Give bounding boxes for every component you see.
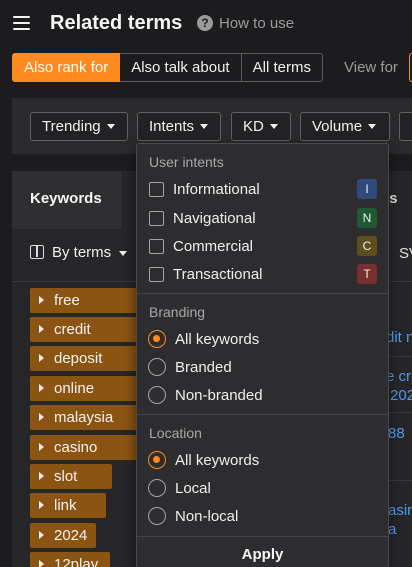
caret-right-icon [39, 531, 44, 539]
sv-column-header: SV [399, 245, 412, 262]
intent-badge-commercial: C [357, 236, 377, 256]
keyword-row[interactable]: malaysia [30, 405, 140, 430]
informational-label[interactable]: Informational [173, 181, 260, 198]
kd-filter-label: KD [243, 118, 264, 135]
intent-badge-transactional: T [357, 264, 377, 284]
keyword-row[interactable]: casino [30, 435, 140, 460]
keywords-tab-label: Keywords [30, 190, 102, 207]
help-icon[interactable]: ? [197, 15, 213, 31]
caret-right-icon [39, 296, 44, 304]
chevron-down-icon [119, 251, 127, 256]
keyword-label: 2024 [54, 527, 88, 544]
non-local-label[interactable]: Non-local [175, 508, 238, 525]
caret-right-icon [39, 443, 44, 451]
intent-badge-informational: I [357, 179, 377, 199]
keyword-row[interactable]: slot [30, 464, 112, 489]
transactional-label[interactable]: Transactional [173, 266, 263, 283]
chevron-down-icon [269, 123, 278, 129]
keyword-row[interactable]: free [30, 288, 140, 313]
kd-filter-button[interactable]: KD [231, 112, 291, 141]
intents-filter-button[interactable]: Intents [137, 112, 221, 141]
caret-right-icon [39, 501, 44, 509]
menu-icon[interactable] [13, 16, 30, 30]
keyword-link[interactable]: a [388, 521, 396, 538]
non-branded-label[interactable]: Non-branded [175, 387, 263, 404]
divider [137, 414, 388, 415]
trending-filter-label: Trending [42, 118, 101, 135]
user-intents-heading: User intents [149, 154, 224, 170]
navigational-checkbox[interactable] [149, 211, 164, 226]
tab-all-terms[interactable]: All terms [241, 53, 323, 82]
keyword-row[interactable]: online [30, 376, 140, 401]
how-to-use-link[interactable]: How to use [219, 15, 294, 32]
caret-right-icon [39, 560, 44, 567]
terms-icon [30, 245, 44, 259]
keyword-label: deposit [54, 350, 103, 367]
keyword-label: online [54, 380, 95, 397]
page-title: Related terms [50, 12, 183, 34]
chevron-down-icon [368, 123, 377, 129]
keyword-label: slot [54, 468, 78, 485]
keyword-row[interactable]: deposit [30, 346, 140, 371]
keyword-row[interactable]: 2024 [30, 523, 96, 548]
mode-tabs: Also rank for Also talk about All terms [12, 53, 323, 82]
more-filter-button[interactable] [399, 112, 412, 141]
keyword-link[interactable]: dit n [386, 329, 412, 346]
branding-all-keywords-label[interactable]: All keywords [175, 331, 259, 348]
informational-checkbox[interactable] [149, 182, 164, 197]
local-radio[interactable] [148, 479, 166, 497]
keyword-label: casino [54, 439, 98, 456]
location-all-keywords-radio[interactable] [148, 451, 166, 469]
branded-radio[interactable] [148, 358, 166, 376]
local-label[interactable]: Local [175, 480, 211, 497]
caret-right-icon [39, 325, 44, 333]
intents-filter-label: Intents [149, 118, 195, 135]
keyword-label: link [54, 497, 77, 514]
keyword-link[interactable]: asin [388, 502, 412, 519]
branding-all-keywords-radio[interactable] [148, 330, 166, 348]
caret-right-icon [39, 472, 44, 480]
volume-filter-button[interactable]: Volume [300, 112, 390, 141]
intent-badge-navigational: N [357, 208, 377, 228]
intents-dropdown: User intents Informational I Navigationa… [136, 143, 389, 567]
chevron-down-icon [106, 123, 115, 129]
keyword-link[interactable]: e cre [386, 368, 412, 385]
keyword-row[interactable]: credit [30, 317, 140, 342]
keyword-label: malaysia [54, 409, 114, 426]
header: Related terms ? How to use [0, 0, 412, 48]
keyword-label: free [54, 292, 80, 309]
non-local-radio[interactable] [148, 507, 166, 525]
volume-filter-label: Volume [312, 118, 363, 135]
navigational-label[interactable]: Navigational [173, 210, 256, 227]
transactional-checkbox[interactable] [149, 267, 164, 282]
trending-filter-button[interactable]: Trending [30, 112, 128, 141]
location-heading: Location [149, 425, 202, 441]
chevron-down-icon [200, 123, 209, 129]
keyword-row[interactable]: link [30, 493, 106, 518]
commercial-label[interactable]: Commercial [173, 238, 253, 255]
branded-label[interactable]: Branded [175, 359, 232, 376]
view-for-label: View for [344, 59, 398, 76]
divider [137, 293, 388, 294]
tab-also-talk-about[interactable]: Also talk about [120, 53, 242, 82]
location-all-keywords-label[interactable]: All keywords [175, 452, 259, 469]
caret-right-icon [39, 384, 44, 392]
caret-right-icon [39, 354, 44, 362]
apply-button[interactable]: Apply [137, 538, 388, 567]
keyword-label: 12play [54, 556, 99, 567]
keyword-row[interactable]: 12play [30, 552, 110, 567]
keyword-link[interactable]: 88 [388, 425, 405, 442]
by-terms-dropdown[interactable]: By terms [52, 244, 111, 261]
commercial-checkbox[interactable] [149, 239, 164, 254]
keyword-link[interactable]: 202 [390, 387, 412, 404]
non-branded-radio[interactable] [148, 386, 166, 404]
tab-also-rank-for[interactable]: Also rank for [12, 53, 121, 82]
caret-right-icon [39, 413, 44, 421]
divider [137, 536, 388, 537]
branding-heading: Branding [149, 304, 206, 320]
keyword-label: credit [54, 321, 91, 338]
